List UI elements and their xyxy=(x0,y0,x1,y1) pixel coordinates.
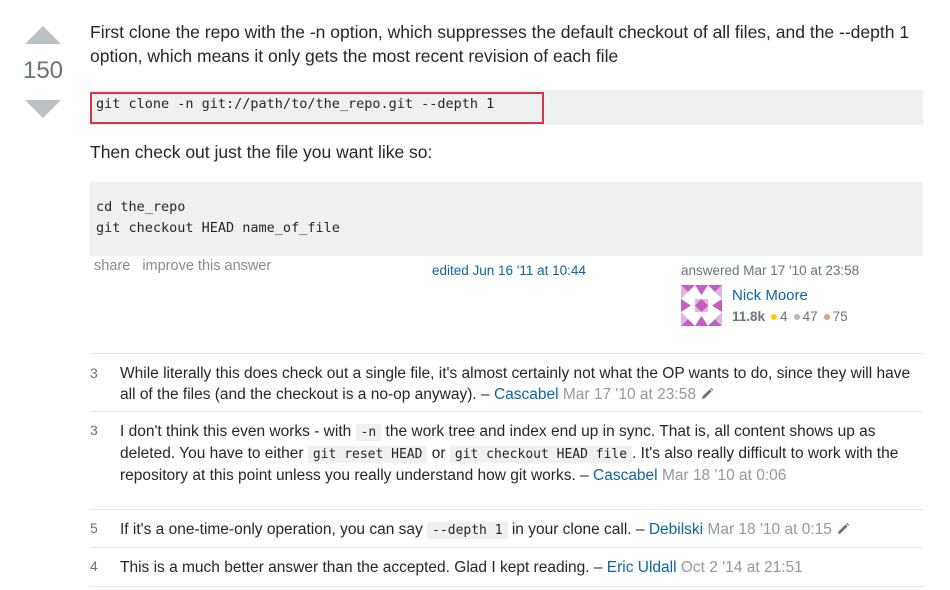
vote-cell: 150 xyxy=(16,26,70,118)
comment-date[interactable]: Mar 18 '10 at 0:15 xyxy=(707,521,831,538)
comment-score: 4 xyxy=(90,558,98,574)
comment-text: If it's a one-time-only operation, you c… xyxy=(120,521,428,538)
code-block-clone: git clone -n git://path/to/the_repo.git … xyxy=(90,90,923,125)
answered-time: answered Mar 17 '10 at 23:58 xyxy=(681,263,860,278)
downvote-arrow-icon[interactable] xyxy=(25,100,61,118)
gold-badge-count: 4 xyxy=(780,309,788,324)
comment-user-link[interactable]: Cascabel xyxy=(593,467,658,484)
code-block-background xyxy=(90,182,923,256)
user-avatar-icon[interactable] xyxy=(681,285,722,326)
bronze-badge-icon xyxy=(823,314,830,320)
comment-user-link[interactable]: Debilski xyxy=(649,521,703,538)
gold-badge-icon xyxy=(771,314,778,320)
comment-body: This is a much better answer than the ac… xyxy=(120,557,915,578)
comment: 5 If it's a one-time-only operation, you… xyxy=(90,509,923,548)
inline-code: --depth 1 xyxy=(427,522,508,539)
reputation-score: 11.8k xyxy=(732,309,766,324)
edited-link[interactable]: edited Jun 16 '11 at 10:44 xyxy=(432,263,586,278)
silver-badge-count: 47 xyxy=(802,309,818,324)
comment-user-link[interactable]: Cascabel xyxy=(494,386,559,403)
inline-code: -n xyxy=(355,424,382,441)
comment-body: I don't think this even works - with -n … xyxy=(120,421,915,486)
comment-score: 5 xyxy=(90,520,98,536)
code-line: git clone -n git://path/to/the_repo.git … xyxy=(96,96,495,112)
code-block-checkout: cd the_repo git checkout HEAD name_of_fi… xyxy=(90,182,923,256)
comment-score: 3 xyxy=(90,422,98,438)
code-line: git checkout HEAD name_of_file xyxy=(96,220,340,236)
comment-text: This is a much better answer than the ac… xyxy=(120,559,607,576)
answer-body: First clone the repo with the -n option,… xyxy=(90,20,923,256)
code-line: cd the_repo xyxy=(96,199,186,215)
comment-date[interactable]: Mar 17 '10 at 23:58 xyxy=(563,386,696,403)
share-link[interactable]: share xyxy=(94,258,130,274)
comment-date[interactable]: Mar 18 '10 at 0:06 xyxy=(662,467,786,484)
inline-code: git checkout HEAD file xyxy=(449,446,633,463)
pencil-icon[interactable] xyxy=(700,387,714,401)
improve-answer-link[interactable]: improve this answer xyxy=(142,258,271,274)
vote-count: 150 xyxy=(22,57,64,84)
upvote-arrow-icon[interactable] xyxy=(25,26,61,44)
bronze-badge-count: 75 xyxy=(832,309,848,324)
comment-score: 3 xyxy=(90,365,98,381)
comment-date[interactable]: Oct 2 '14 at 21:51 xyxy=(681,559,803,576)
comment-body: If it's a one-time-only operation, you c… xyxy=(120,519,915,541)
answer-paragraph-1: First clone the repo with the -n option,… xyxy=(90,22,910,66)
comment-text: in your clone call. – xyxy=(507,521,649,538)
user-name-link[interactable]: Nick Moore xyxy=(732,287,808,304)
post-menu: share improve this answer xyxy=(94,258,279,274)
comment: 3 I don't think this even works - with -… xyxy=(90,411,923,510)
user-reputation: 11.8k 4 47 75 xyxy=(732,309,848,324)
comment-user-link[interactable]: Eric Uldall xyxy=(607,559,677,576)
answer-paragraph-2: Then check out just the file you want li… xyxy=(90,142,433,162)
comment: 4 This is a much better answer than the … xyxy=(90,547,923,587)
pencil-icon[interactable] xyxy=(836,522,850,536)
comment: 3 While literally this does check out a … xyxy=(90,353,923,412)
comment-body: While literally this does check out a si… xyxy=(120,363,915,405)
comment-text: or xyxy=(427,445,450,462)
inline-code: git reset HEAD xyxy=(307,446,428,463)
comment-text: I don't think this even works - with xyxy=(120,423,356,440)
silver-badge-icon xyxy=(793,314,800,320)
